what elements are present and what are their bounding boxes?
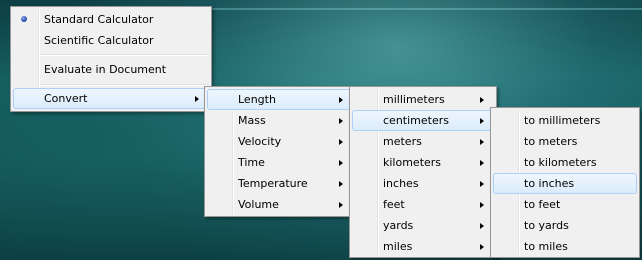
submenu-item-miles[interactable]: miles bbox=[352, 236, 494, 257]
menu-item-label: to meters bbox=[524, 135, 578, 148]
submenu-arrow-icon bbox=[480, 180, 484, 187]
menu-item-label: to miles bbox=[524, 240, 568, 253]
submenu-item-to-millimeters[interactable]: to millimeters bbox=[493, 110, 637, 131]
menu-item-label: Convert bbox=[44, 92, 88, 105]
submenu-item-inches[interactable]: inches bbox=[352, 173, 494, 194]
submenu-item-kilometers[interactable]: kilometers bbox=[352, 152, 494, 173]
menu-item-label: to yards bbox=[524, 219, 569, 232]
submenu-arrow-icon bbox=[339, 117, 343, 124]
menu-item-label: miles bbox=[383, 240, 413, 253]
menu-item-label: Volume bbox=[238, 198, 279, 211]
submenu-item-to-yards[interactable]: to yards bbox=[493, 215, 637, 236]
submenu-item-millimeters[interactable]: millimeters bbox=[352, 89, 494, 110]
selected-radio-icon bbox=[21, 16, 27, 22]
menu-item-label: to kilometers bbox=[524, 156, 597, 169]
submenu-item-feet[interactable]: feet bbox=[352, 194, 494, 215]
submenu-arrow-icon bbox=[480, 96, 484, 103]
menu-item-label: millimeters bbox=[383, 93, 445, 106]
menu-item-label: Scientific Calculator bbox=[44, 34, 154, 47]
submenu-item-to-feet[interactable]: to feet bbox=[493, 194, 637, 215]
menu-separator bbox=[41, 84, 209, 86]
menu-item-label: kilometers bbox=[383, 156, 442, 169]
menu-separator bbox=[41, 54, 209, 56]
submenu-item-to-meters[interactable]: to meters bbox=[493, 131, 637, 152]
submenu-item-velocity[interactable]: Velocity bbox=[207, 131, 353, 152]
menu-item-label: Mass bbox=[238, 114, 266, 127]
menu-item-label: Velocity bbox=[238, 135, 282, 148]
submenu-arrow-icon bbox=[195, 95, 199, 102]
submenu-arrow-icon bbox=[339, 159, 343, 166]
menu-item-evaluate-in-document[interactable]: Evaluate in Document bbox=[13, 59, 209, 80]
submenu-item-meters[interactable]: meters bbox=[352, 131, 494, 152]
submenu-item-volume[interactable]: Volume bbox=[207, 194, 353, 215]
menu-item-label: Time bbox=[238, 156, 265, 169]
submenu-arrow-icon bbox=[480, 201, 484, 208]
centimeters-submenu: to millimeters to meters to kilometers t… bbox=[490, 107, 640, 258]
menu-item-label: meters bbox=[383, 135, 422, 148]
submenu-arrow-icon bbox=[339, 180, 343, 187]
menu-item-label: Standard Calculator bbox=[44, 13, 154, 26]
main-context-menu: Standard Calculator Scientific Calculato… bbox=[10, 6, 212, 112]
length-submenu: millimeters centimeters meters kilometer… bbox=[349, 86, 497, 258]
menu-item-scientific-calculator[interactable]: Scientific Calculator bbox=[13, 30, 209, 51]
submenu-item-yards[interactable]: yards bbox=[352, 215, 494, 236]
menu-item-convert[interactable]: Convert bbox=[13, 88, 209, 109]
submenu-item-centimeters[interactable]: centimeters bbox=[352, 110, 494, 131]
submenu-arrow-icon bbox=[480, 117, 484, 124]
background-streak bbox=[210, 8, 642, 10]
menu-item-label: to inches bbox=[524, 177, 575, 190]
submenu-item-temperature[interactable]: Temperature bbox=[207, 173, 353, 194]
menu-item-label: to feet bbox=[524, 198, 561, 211]
menu-item-label: Temperature bbox=[238, 177, 308, 190]
menu-item-label: to millimeters bbox=[524, 114, 601, 127]
submenu-arrow-icon bbox=[480, 138, 484, 145]
submenu-arrow-icon bbox=[339, 96, 343, 103]
menu-item-standard-calculator[interactable]: Standard Calculator bbox=[13, 9, 209, 30]
menu-item-label: inches bbox=[383, 177, 419, 190]
submenu-item-length[interactable]: Length bbox=[207, 89, 353, 110]
submenu-arrow-icon bbox=[339, 138, 343, 145]
submenu-arrow-icon bbox=[480, 222, 484, 229]
menu-item-label: Evaluate in Document bbox=[44, 63, 167, 76]
menu-item-label: yards bbox=[383, 219, 414, 232]
menu-item-label: feet bbox=[383, 198, 405, 211]
menu-item-label: Length bbox=[238, 93, 276, 106]
convert-submenu: Length Mass Velocity Time Temperature Vo… bbox=[204, 86, 356, 217]
menu-item-label: centimeters bbox=[383, 114, 449, 127]
submenu-arrow-icon bbox=[480, 159, 484, 166]
submenu-item-to-miles[interactable]: to miles bbox=[493, 236, 637, 257]
submenu-item-to-kilometers[interactable]: to kilometers bbox=[493, 152, 637, 173]
submenu-arrow-icon bbox=[339, 201, 343, 208]
submenu-item-mass[interactable]: Mass bbox=[207, 110, 353, 131]
submenu-item-to-inches[interactable]: to inches bbox=[493, 173, 637, 194]
submenu-item-time[interactable]: Time bbox=[207, 152, 353, 173]
submenu-arrow-icon bbox=[480, 243, 484, 250]
